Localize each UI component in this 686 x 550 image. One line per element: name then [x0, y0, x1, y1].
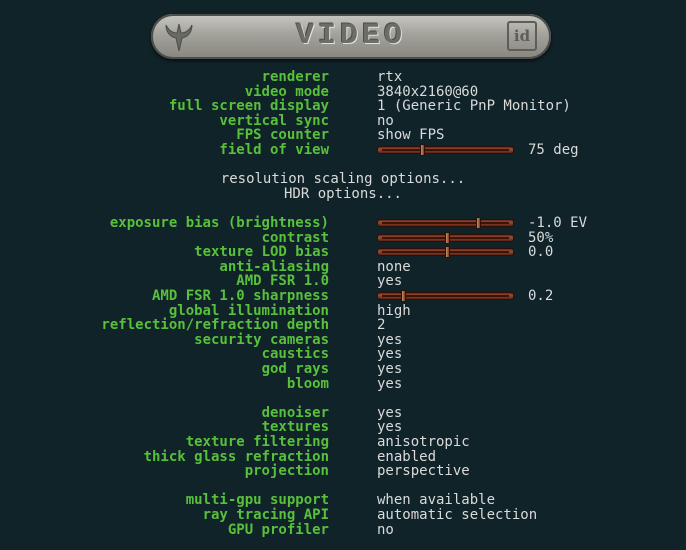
exposure-bias-value: -1.0 EV — [528, 215, 588, 231]
fov-value: 75 deg — [528, 142, 579, 158]
fsr-sharpness-value: 0.2 — [528, 288, 554, 304]
reflection-depth-value: 2 — [377, 317, 386, 334]
textures-value: yes — [377, 419, 403, 436]
exposure-bias-slider[interactable] — [377, 217, 514, 229]
fov-label: field of view — [219, 142, 329, 158]
video-mode-value: 3840x2160@60 — [377, 83, 479, 100]
texture-lod-bias-label: texture LOD bias — [194, 244, 329, 261]
thick-glass-value: enabled — [377, 448, 437, 465]
full-screen-value: 1 (Generic PnP Monitor) — [377, 98, 571, 115]
renderer-value: rtx — [377, 69, 403, 85]
menu-item-contrast[interactable]: contrast 50% — [0, 229, 686, 246]
menu-title: VIDEO — [295, 19, 406, 53]
menu-item-gpu-profiler[interactable]: GPU profiler no — [0, 521, 686, 538]
menu-item-textures[interactable]: textures yes — [0, 420, 686, 435]
menu-item-exposure-bias[interactable]: exposure bias (brightness) -1.0 EV — [0, 216, 686, 231]
fps-counter-value: show FPS — [377, 127, 445, 144]
thick-glass-label: thick glass refraction — [143, 448, 329, 465]
ray-tracing-api-label: ray tracing API — [202, 507, 329, 523]
menu-item-denoiser[interactable]: denoiser yes — [0, 406, 686, 421]
menu-item-fps-counter[interactable]: FPS counter show FPS — [0, 128, 686, 143]
texture-lod-bias-slider[interactable] — [377, 246, 514, 259]
video-menu-banner: VIDEO id — [151, 14, 551, 59]
multi-gpu-label: multi-gpu support — [185, 492, 329, 509]
menu-item-texture-lod-bias[interactable]: texture LOD bias 0.0 — [0, 245, 686, 260]
vertical-sync-value: no — [377, 112, 394, 129]
menu-item-ray-tracing-api[interactable]: ray tracing API automatic selection — [0, 508, 686, 523]
amd-fsr-label: AMD FSR 1.0 — [236, 273, 329, 290]
fov-slider[interactable] — [377, 144, 514, 156]
caustics-value: yes — [377, 346, 403, 363]
anti-aliasing-label: anti-aliasing — [219, 258, 329, 275]
menu-item-full-screen[interactable]: full screen display 1 (Generic PnP Monit… — [0, 99, 686, 114]
menu-item-fsr-sharpness[interactable]: AMD FSR 1.0 sharpness 0.2 — [0, 289, 686, 304]
slider-knob[interactable] — [475, 217, 481, 229]
slider-knob[interactable] — [444, 246, 450, 259]
renderer-label: renderer — [261, 69, 329, 85]
menu-item-global-illumination[interactable]: global illumination high — [0, 302, 686, 319]
menu-item-amd-fsr[interactable]: AMD FSR 1.0 yes — [0, 274, 686, 289]
hdr-options-link[interactable]: HDR options... — [0, 187, 686, 202]
menu-item-field-of-view[interactable]: field of view 75 deg — [0, 143, 686, 158]
menu-item-renderer[interactable]: renderer rtx — [0, 70, 686, 85]
menu-item-security-cameras[interactable]: security cameras yes — [0, 333, 686, 348]
menu-item-god-rays[interactable]: god rays yes — [0, 362, 686, 377]
slider-knob[interactable] — [400, 290, 406, 302]
denoiser-label: denoiser — [261, 404, 329, 421]
contrast-value: 50% — [528, 229, 554, 246]
slider-knob[interactable] — [444, 231, 450, 244]
security-cameras-value: yes — [377, 331, 403, 348]
reflection-depth-label: reflection/refraction depth — [101, 317, 329, 334]
menu-item-bloom[interactable]: bloom yes — [0, 375, 686, 392]
bloom-label: bloom — [286, 375, 329, 392]
security-cameras-label: security cameras — [194, 331, 329, 348]
menu-item-caustics[interactable]: caustics yes — [0, 347, 686, 362]
menu-item-reflection-depth[interactable]: reflection/refraction depth 2 — [0, 318, 686, 333]
fsr-sharpness-label: AMD FSR 1.0 sharpness — [151, 288, 329, 304]
full-screen-label: full screen display — [168, 98, 329, 115]
menu-item-vertical-sync[interactable]: vertical sync no — [0, 114, 686, 129]
anti-aliasing-value: none — [377, 258, 411, 275]
id-logo-icon: id — [507, 21, 537, 51]
slider-knob[interactable] — [419, 144, 425, 156]
texture-filtering-value: anisotropic — [377, 434, 470, 450]
gpu-profiler-label: GPU profiler — [227, 521, 329, 538]
god-rays-value: yes — [377, 361, 403, 377]
menu-item-video-mode[interactable]: video mode 3840x2160@60 — [0, 83, 686, 100]
god-rays-label: god rays — [261, 361, 329, 377]
video-mode-label: video mode — [244, 83, 329, 100]
gpu-profiler-value: no — [377, 521, 394, 538]
menu-item-projection[interactable]: projection perspective — [0, 464, 686, 479]
multi-gpu-value: when available — [377, 492, 496, 509]
ray-tracing-api-value: automatic selection — [377, 507, 538, 523]
contrast-label: contrast — [261, 229, 329, 246]
contrast-slider[interactable] — [377, 231, 514, 244]
global-illumination-value: high — [377, 302, 411, 319]
fps-counter-label: FPS counter — [236, 127, 329, 144]
resolution-scaling-link[interactable]: resolution scaling options... — [0, 172, 686, 187]
texture-filtering-label: texture filtering — [185, 434, 329, 450]
menu-item-multi-gpu[interactable]: multi-gpu support when available — [0, 493, 686, 508]
projection-value: perspective — [377, 463, 470, 480]
global-illumination-label: global illumination — [168, 302, 329, 319]
exposure-bias-label: exposure bias (brightness) — [109, 215, 329, 231]
amd-fsr-value: yes — [377, 273, 403, 290]
fsr-sharpness-slider[interactable] — [377, 290, 514, 302]
denoiser-value: yes — [377, 404, 403, 421]
textures-label: textures — [261, 419, 329, 436]
projection-label: projection — [244, 463, 329, 480]
menu-item-anti-aliasing[interactable]: anti-aliasing none — [0, 260, 686, 275]
texture-lod-bias-value: 0.0 — [528, 244, 554, 261]
menu-item-texture-filtering[interactable]: texture filtering anisotropic — [0, 435, 686, 450]
menu-item-thick-glass[interactable]: thick glass refraction enabled — [0, 448, 686, 465]
caustics-label: caustics — [261, 346, 329, 363]
vertical-sync-label: vertical sync — [219, 112, 329, 129]
bloom-value: yes — [377, 375, 403, 392]
